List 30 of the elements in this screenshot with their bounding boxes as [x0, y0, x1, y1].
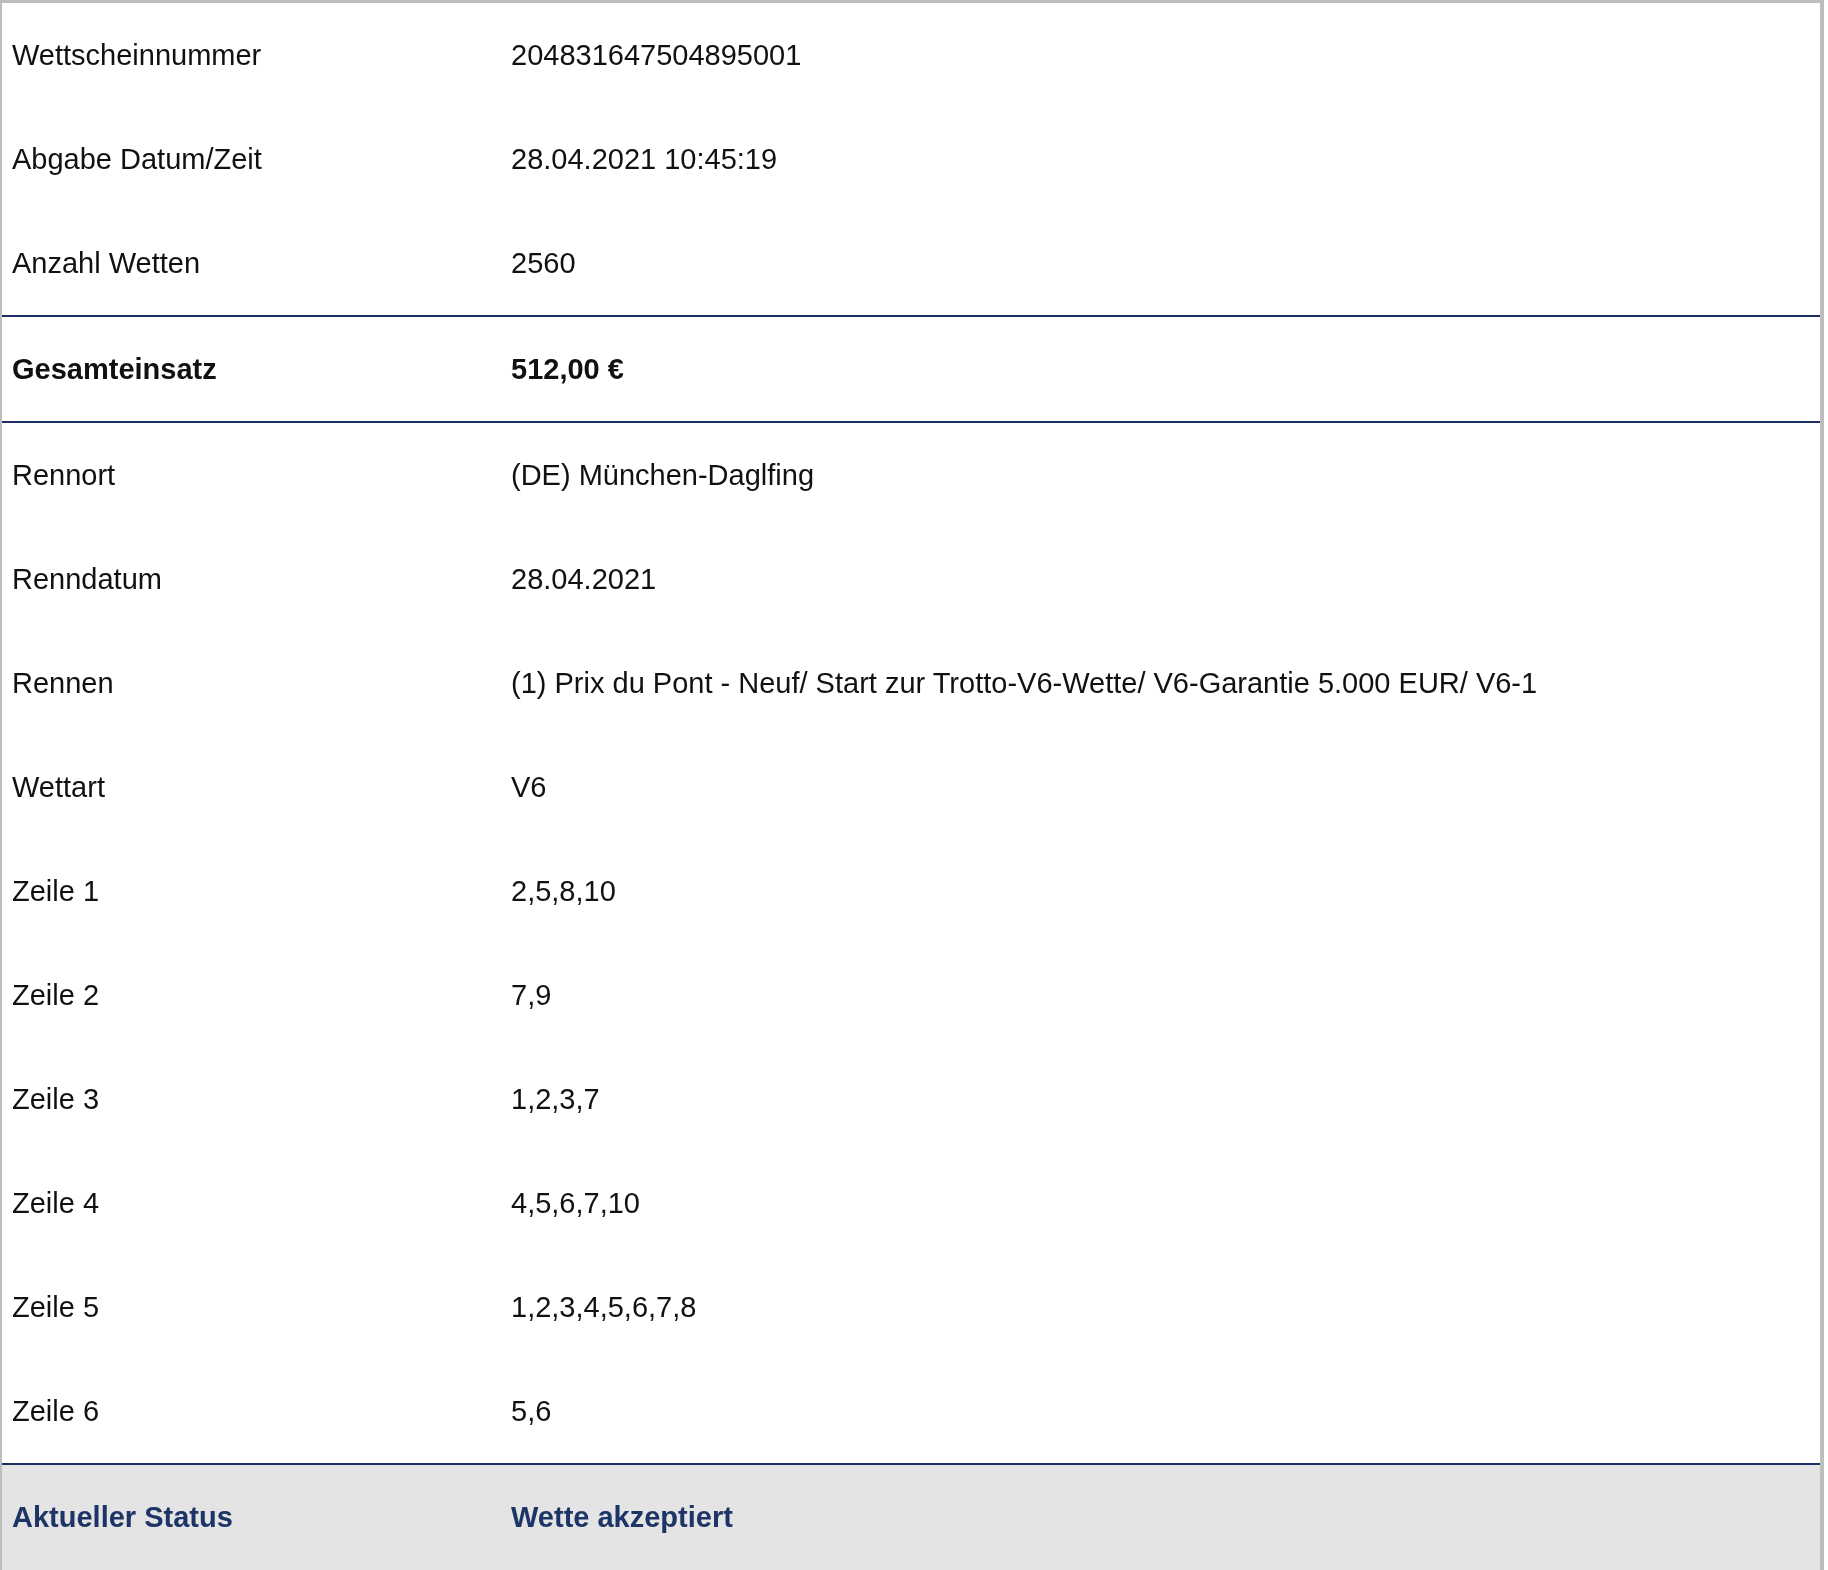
field-value: 1,2,3,7 [511, 1082, 601, 1116]
field-value: (DE) München-Daglfing [511, 458, 815, 492]
field-value: 2560 [511, 246, 577, 280]
field-value: (1) Prix du Pont - Neuf/ Start zur Trotto-V6-Wette/ V6-Garantie 5.000 EUR/ V6-1 [511, 666, 1539, 700]
field-label: Zeile 1 [12, 874, 101, 908]
field-value: 28.04.2021 10:45:19 [511, 142, 779, 176]
field-value: 512,00 € [511, 352, 625, 386]
field-label: Rennort [12, 458, 117, 492]
field-value: 204831647504895001 [511, 38, 803, 72]
field-value: 2,5,8,10 [511, 874, 617, 908]
field-label: Wettscheinnummer [12, 38, 263, 72]
field-value: 4,5,6,7,10 [511, 1186, 641, 1220]
field-value: 1,2,3,4,5,6,7,8 [511, 1290, 698, 1324]
field-label: Wettart [12, 770, 106, 804]
field-label: Zeile 4 [12, 1186, 101, 1220]
field-label: Zeile 6 [12, 1394, 101, 1428]
field-label: Renndatum [12, 562, 163, 596]
field-label: Gesamteinsatz [12, 352, 218, 386]
field-label: Abgabe Datum/Zeit [12, 142, 263, 176]
field-label: Zeile 2 [12, 978, 101, 1012]
field-label: Aktueller Status [12, 1501, 234, 1534]
field-value: 5,6 [511, 1394, 553, 1428]
field-value: 28.04.2021 [511, 562, 658, 596]
field-label: Rennen [12, 666, 115, 700]
field-label: Zeile 3 [12, 1082, 101, 1116]
field-value: Wette akzeptiert [511, 1501, 734, 1534]
field-label: Zeile 5 [12, 1290, 101, 1324]
field-value: V6 [511, 770, 548, 804]
field-label: Anzahl Wetten [12, 246, 202, 280]
field-value: 7,9 [511, 978, 553, 1012]
